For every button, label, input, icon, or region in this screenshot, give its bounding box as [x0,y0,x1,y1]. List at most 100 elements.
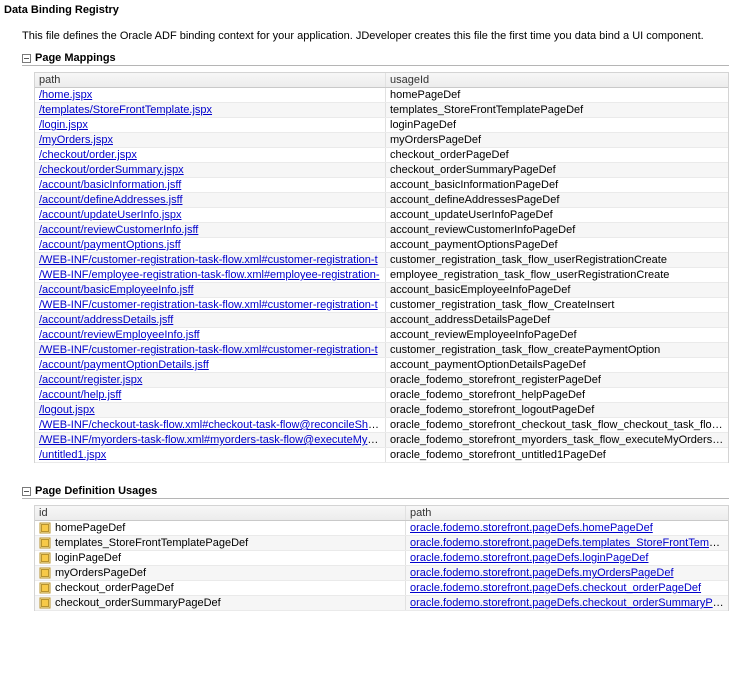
table-row[interactable]: /checkout/order.jspxcheckout_orderPageDe… [35,148,728,163]
path-link[interactable]: /WEB-INF/myorders-task-flow.xml#myorders… [39,434,386,446]
table-row[interactable]: /WEB-INF/myorders-task-flow.xml#myorders… [35,433,728,448]
table-row[interactable]: /account/help.jsfforacle_fodemo_storefro… [35,388,728,403]
table-row[interactable]: homePageDeforacle.fodemo.storefront.page… [35,521,728,536]
page-def-file-icon [39,552,51,564]
path-link[interactable]: oracle.fodemo.storefront.pageDefs.templa… [410,537,728,549]
table-row[interactable]: /home.jspxhomePageDef [35,88,728,103]
table-row[interactable]: /templates/StoreFrontTemplate.jspxtempla… [35,103,728,118]
cell-path: /checkout/orderSummary.jspx [35,163,386,177]
cell-path: /account/updateUserInfo.jspx [35,208,386,222]
path-link[interactable]: /account/paymentOptions.jsff [39,239,181,251]
path-link[interactable]: /WEB-INF/employee-registration-task-flow… [39,269,380,281]
data-binding-registry: Data Binding Registry This file defines … [0,0,733,621]
cell-usageid: customer_registration_task_flow_userRegi… [386,253,728,267]
cell-usageid: account_paymentOptionsPageDef [386,238,728,252]
path-link[interactable]: /WEB-INF/customer-registration-task-flow… [39,344,378,356]
table-row[interactable]: /account/defineAddresses.jsff account_def… [35,193,728,208]
path-link[interactable]: oracle.fodemo.storefront.pageDefs.homePa… [410,522,653,534]
table-row[interactable]: /account/reviewEmployeeInfo.jsffaccount_… [35,328,728,343]
cell-path: /account/defineAddresses.jsff [35,193,386,207]
path-link[interactable]: /account/paymentOptionDetails.jsff [39,359,209,371]
table-row[interactable]: /myOrders.jspxmyOrdersPageDef [35,133,728,148]
path-link[interactable]: /myOrders.jspx [39,134,113,146]
collapse-icon[interactable] [22,487,31,496]
table-row[interactable]: checkout_orderSummaryPageDeforacle.fodem… [35,596,728,611]
cell-usageid: oracle_fodemo_storefront_logoutPageDef [386,403,728,417]
table-row[interactable]: /account/reviewCustomerInfo.jsffaccount_… [35,223,728,238]
table-row[interactable]: /WEB-INF/employee-registration-task-flow… [35,268,728,283]
table-row[interactable]: checkout_orderPageDef oracle.fodemo.store… [35,581,728,596]
cell-path: /account/reviewEmployeeInfo.jsff [35,328,386,342]
page-definition-usages-table: idpathhomePageDeforacle.fodemo.storefron… [34,505,729,611]
table-row[interactable]: /account/paymentOptionDetails.jsffaccoun… [35,358,728,373]
cell-path: oracle.fodemo.storefront.pageDefs.templa… [406,536,728,550]
col-id: id [35,506,406,520]
path-link[interactable]: /account/addressDetails.jsff [39,314,173,326]
cell-path: /account/paymentOptionDetails.jsff [35,358,386,372]
intro-text: This file defines the Oracle ADF binding… [22,30,729,42]
path-link[interactable]: /account/register.jspx [39,374,142,386]
cell-path: /WEB-INF/employee-registration-task-flow… [35,268,386,282]
path-link[interactable]: /untitled1.jspx [39,449,106,461]
path-link[interactable]: /templates/StoreFrontTemplate.jspx [39,104,212,116]
cell-path: oracle.fodemo.storefront.pageDefs.checko… [406,581,728,595]
cell-path: /WEB-INF/myorders-task-flow.xml#myorders… [35,433,386,447]
path-link[interactable]: oracle.fodemo.storefront.pageDefs.loginP… [410,552,648,564]
path-link[interactable]: /WEB-INF/customer-registration-task-flow… [39,254,378,266]
table-row[interactable]: loginPageDeforacle.fodemo.storefront.pag… [35,551,728,566]
table-row[interactable]: /account/addressDetails.jsffaccount_addr… [35,313,728,328]
table-row[interactable]: /WEB-INF/checkout-task-flow.xml#checkout… [35,418,728,433]
table-row[interactable]: templates_StoreFrontTemplatePageDeforacl… [35,536,728,551]
table-row[interactable]: /untitled1.jspxoracle_fodemo_storefront_… [35,448,728,463]
path-link[interactable]: oracle.fodemo.storefront.pageDefs.checko… [410,597,728,609]
cell-usageid: oracle_fodemo_storefront_checkout_task_f… [386,418,728,432]
path-link[interactable]: /account/reviewEmployeeInfo.jsff [39,329,200,341]
path-link[interactable]: /WEB-INF/checkout-task-flow.xml#checkout… [39,419,386,431]
table-row[interactable]: /logout.jspx oracle_fodemo_storefront_log… [35,403,728,418]
col-path: path [406,506,728,520]
table-header: pathusageId [35,73,728,88]
path-link[interactable]: /checkout/orderSummary.jspx [39,164,184,176]
cell-path: oracle.fodemo.storefront.pageDefs.myOrde… [406,566,728,580]
table-row[interactable]: /login.jspx loginPageDef [35,118,728,133]
collapse-icon[interactable] [22,54,31,63]
path-link[interactable]: /account/basicInformation.jsff [39,179,181,191]
page-title: Data Binding Registry [4,4,729,16]
cell-id: myOrdersPageDef [35,566,406,580]
table-row[interactable]: /WEB-INF/customer-registration-task-flow… [35,343,728,358]
table-row[interactable]: /account/updateUserInfo.jspxaccount_upda… [35,208,728,223]
page-def-file-icon [39,597,51,609]
path-link[interactable]: /home.jspx [39,89,92,101]
cell-path: /myOrders.jspx [35,133,386,147]
cell-usageid: loginPageDef [386,118,728,132]
path-link[interactable]: /checkout/order.jspx [39,149,137,161]
cell-path: /WEB-INF/customer-registration-task-flow… [35,298,386,312]
table-row[interactable]: /checkout/orderSummary.jspx checkout_orde… [35,163,728,178]
table-row[interactable]: /account/basicInformation.jsffaccount_ba… [35,178,728,193]
cell-path: /WEB-INF/customer-registration-task-flow… [35,343,386,357]
cell-usageid: account_defineAddressesPageDef [386,193,728,207]
path-link[interactable]: /logout.jspx [39,404,95,416]
path-link[interactable]: /account/updateUserInfo.jspx [39,209,181,221]
path-link[interactable]: oracle.fodemo.storefront.pageDefs.checko… [410,582,701,594]
table-row[interactable]: /account/basicEmployeeInfo.jsffaccount_b… [35,283,728,298]
path-link[interactable]: /login.jspx [39,119,88,131]
path-link[interactable]: /account/defineAddresses.jsff [39,194,183,206]
table-row[interactable]: /WEB-INF/customer-registration-task-flow… [35,253,728,268]
cell-path: /WEB-INF/checkout-task-flow.xml#checkout… [35,418,386,432]
table-row[interactable]: /account/register.jspxoracle_fodemo_stor… [35,373,728,388]
path-link[interactable]: /account/reviewCustomerInfo.jsff [39,224,198,236]
cell-path: oracle.fodemo.storefront.pageDefs.checko… [406,596,728,610]
section-header-page-definition-usages: Page Definition Usages [22,485,729,499]
cell-usageid: checkout_orderSummaryPageDef [386,163,728,177]
table-row[interactable]: /WEB-INF/customer-registration-task-flow… [35,298,728,313]
table-header: idpath [35,506,728,521]
path-link[interactable]: /account/help.jsff [39,389,121,401]
table-row[interactable]: /account/paymentOptions.jsff account_paym… [35,238,728,253]
path-link[interactable]: /WEB-INF/customer-registration-task-flow… [39,299,378,311]
page-def-file-icon [39,582,51,594]
path-link[interactable]: oracle.fodemo.storefront.pageDefs.myOrde… [410,567,674,579]
table-row[interactable]: myOrdersPageDef oracle.fodemo.storefront.… [35,566,728,581]
path-link[interactable]: /account/basicEmployeeInfo.jsff [39,284,194,296]
cell-id: checkout_orderPageDef [35,581,406,595]
